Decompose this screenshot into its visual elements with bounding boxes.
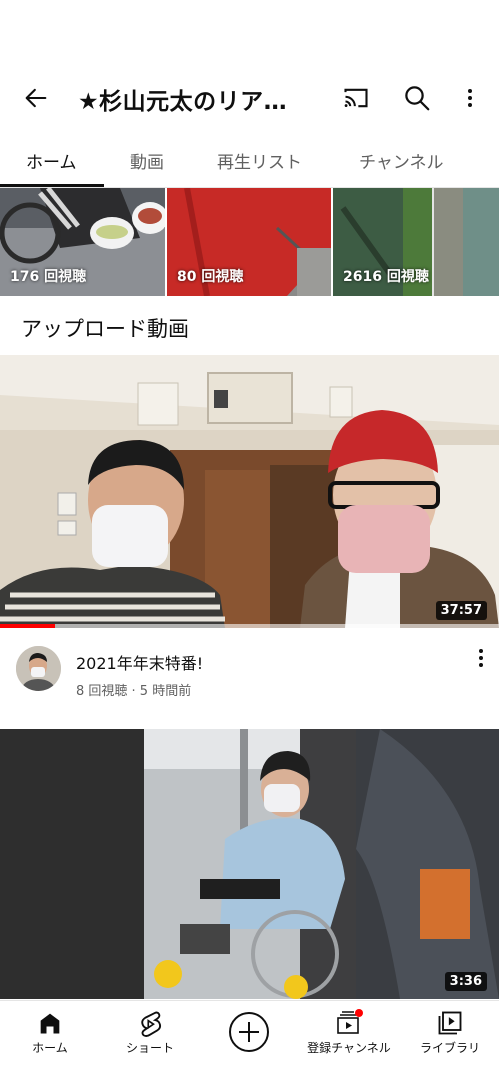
more-vertical-icon[interactable]: [458, 84, 482, 112]
shorts-icon: [141, 1011, 162, 1037]
thumbnail-shelf: 176 回視聴 80 回視聴 2616 回視聴: [0, 188, 499, 298]
video-thumbnail[interactable]: 37:57: [0, 355, 499, 628]
channel-title: ★杉山元太のリア…: [78, 89, 288, 115]
nav-label: ホーム: [32, 1041, 68, 1055]
tab-videos[interactable]: 動画: [130, 148, 164, 173]
bottom-nav: ホーム ショート 登録チャンネル ライブラリ: [0, 1000, 499, 1080]
view-count: 176 回視聴: [10, 269, 87, 285]
avatar[interactable]: [16, 646, 61, 691]
video-duration: 37:57: [435, 601, 487, 620]
cast-icon[interactable]: [341, 84, 371, 112]
watch-progress-track: [0, 624, 499, 628]
nav-label: ライブラリ: [419, 1041, 480, 1055]
tab-indicator: [0, 184, 104, 187]
shelf-video-2[interactable]: 80 回視聴: [167, 188, 331, 296]
nav-subscriptions[interactable]: 登録チャンネル: [296, 1001, 402, 1080]
nav-label: ショート: [125, 1041, 174, 1055]
subscriptions-icon: [337, 1009, 363, 1034]
tab-channels[interactable]: チャンネル: [359, 148, 444, 173]
video-thumbnail[interactable]: 3:36: [0, 729, 499, 999]
tab-home[interactable]: ホーム: [26, 148, 77, 173]
nav-library[interactable]: ライブラリ: [410, 1001, 490, 1080]
tab-playlists[interactable]: 再生リスト: [217, 148, 302, 173]
watch-progress-fill: [0, 624, 55, 628]
library-icon: [438, 1011, 462, 1035]
home-icon: [40, 1013, 60, 1034]
video-meta: 2021年年末特番! 8 回視聴 · 5 時間前: [0, 640, 499, 710]
thumbnail-image: [0, 355, 499, 628]
avatar-image: [16, 646, 61, 691]
section-title: アップロード動画: [21, 317, 189, 341]
video-title[interactable]: 2021年年末特番!: [76, 650, 203, 674]
shelf-video-3[interactable]: 2616 回視聴: [333, 188, 499, 296]
create-icon[interactable]: [228, 1011, 270, 1053]
status-bar: [0, 0, 499, 70]
search-icon[interactable]: [402, 83, 432, 113]
app-bar: ★杉山元太のリア…: [0, 70, 499, 126]
video-duration: 3:36: [444, 972, 487, 991]
nav-home[interactable]: ホーム: [10, 1001, 90, 1080]
view-count: 80 回視聴: [177, 269, 244, 285]
thumbnail-image: [0, 729, 499, 999]
channel-tabs: ホーム 動画 再生リスト チャンネル: [0, 134, 499, 188]
view-count: 2616 回視聴: [343, 269, 429, 285]
arrow-left-icon[interactable]: [22, 84, 50, 112]
nav-shorts[interactable]: ショート: [108, 1001, 192, 1080]
nav-label: 登録チャンネル: [307, 1041, 391, 1055]
video-metadata: 8 回視聴 · 5 時間前: [76, 684, 192, 699]
more-vertical-icon[interactable]: [472, 646, 490, 670]
shelf-video-1[interactable]: 176 回視聴: [0, 188, 165, 296]
